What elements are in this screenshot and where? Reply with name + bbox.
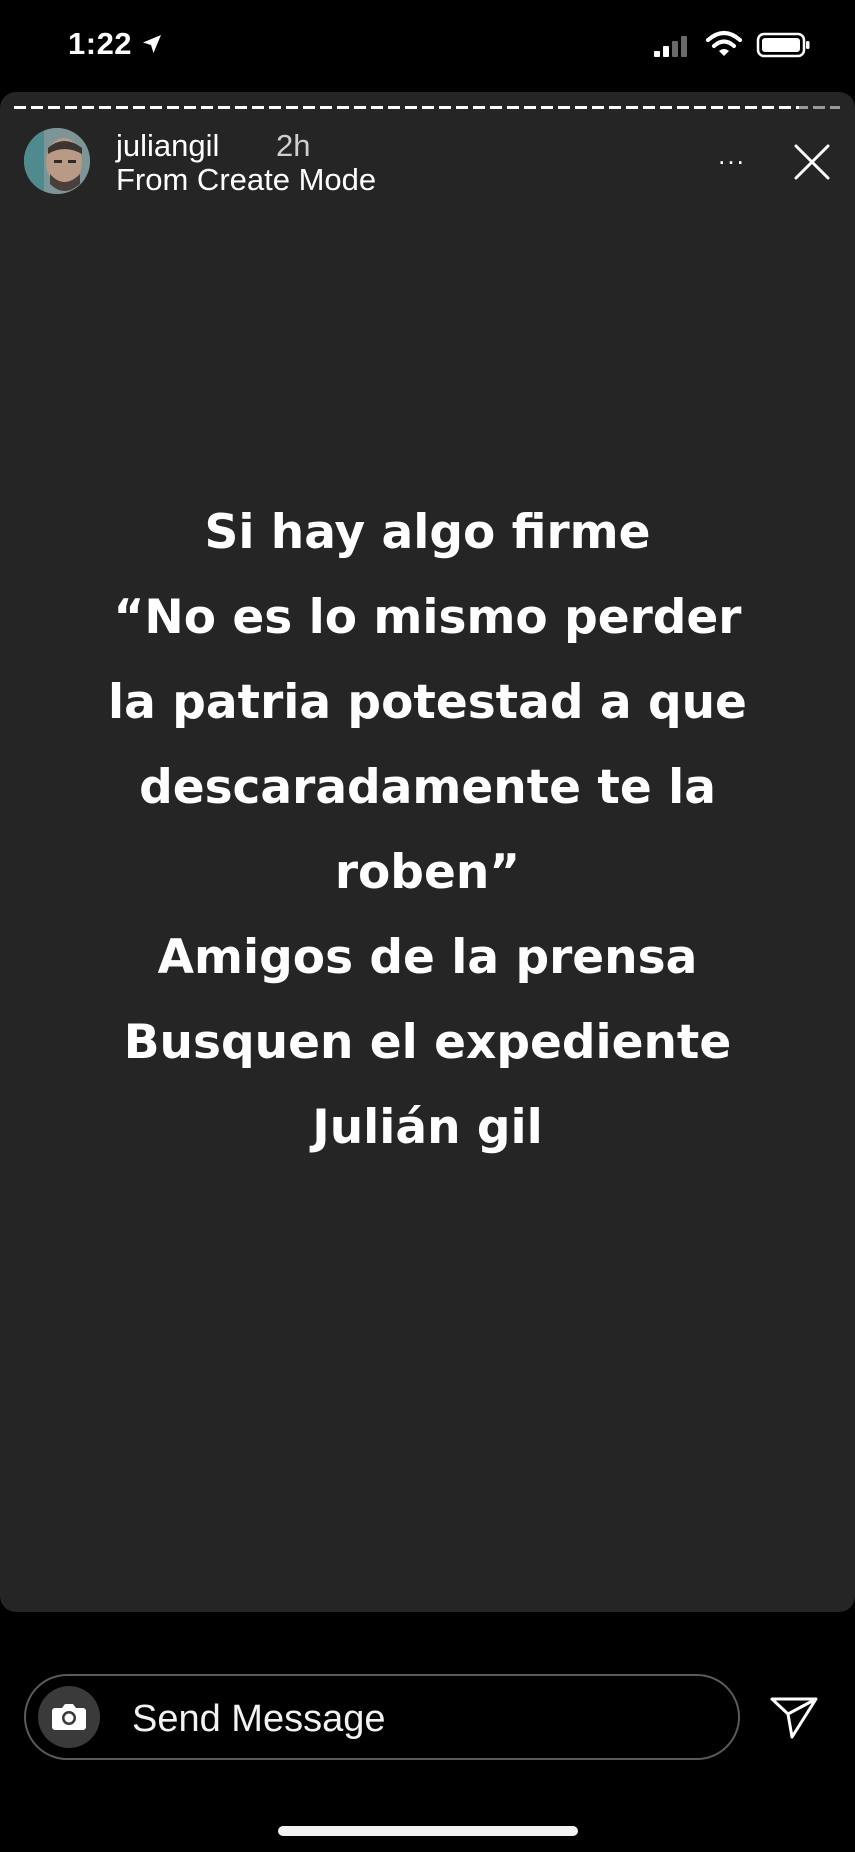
send-message-input[interactable]: Send Message [24, 1674, 740, 1760]
camera-button[interactable] [38, 1686, 100, 1748]
story-text-line: Si hay algo firme [204, 505, 651, 560]
status-time: 1:22 [68, 26, 133, 61]
story-text-line: Busquen el expediente [123, 1015, 732, 1070]
home-indicator[interactable] [278, 1826, 578, 1836]
battery-icon [756, 32, 810, 58]
story-text: Si hay algo firme “No es lo mismo perder… [0, 490, 855, 1170]
wifi-icon [706, 31, 742, 56]
location-arrow-icon [143, 35, 161, 53]
avatar-image [24, 128, 90, 194]
story-card[interactable]: juliangil 2h From Create Mode ... Si hay… [0, 92, 855, 1612]
status-bar: 1:22 [0, 0, 855, 92]
avatar[interactable] [24, 128, 90, 194]
more-options-button[interactable]: ... [712, 142, 752, 168]
send-message-placeholder: Send Message [132, 1698, 386, 1740]
story-text-line: Amigos de la prensa [157, 930, 698, 985]
story-progress-fill [14, 106, 799, 109]
story-text-line: “No es lo mismo perder [113, 590, 742, 645]
story-text-line: descaradamente te la [139, 760, 716, 815]
story-text-line: roben” [334, 845, 521, 900]
story-username[interactable]: juliangil [116, 128, 219, 164]
story-text-line: Julián gil [312, 1100, 543, 1155]
camera-icon [52, 1704, 86, 1730]
story-subtitle: From Create Mode [116, 162, 377, 197]
paper-plane-icon[interactable] [768, 1694, 820, 1740]
story-timestamp: 2h [276, 128, 311, 163]
story-text-line: la patria potestad a que [108, 675, 747, 730]
cellular-signal-icon [654, 36, 687, 57]
close-icon[interactable] [790, 140, 834, 184]
